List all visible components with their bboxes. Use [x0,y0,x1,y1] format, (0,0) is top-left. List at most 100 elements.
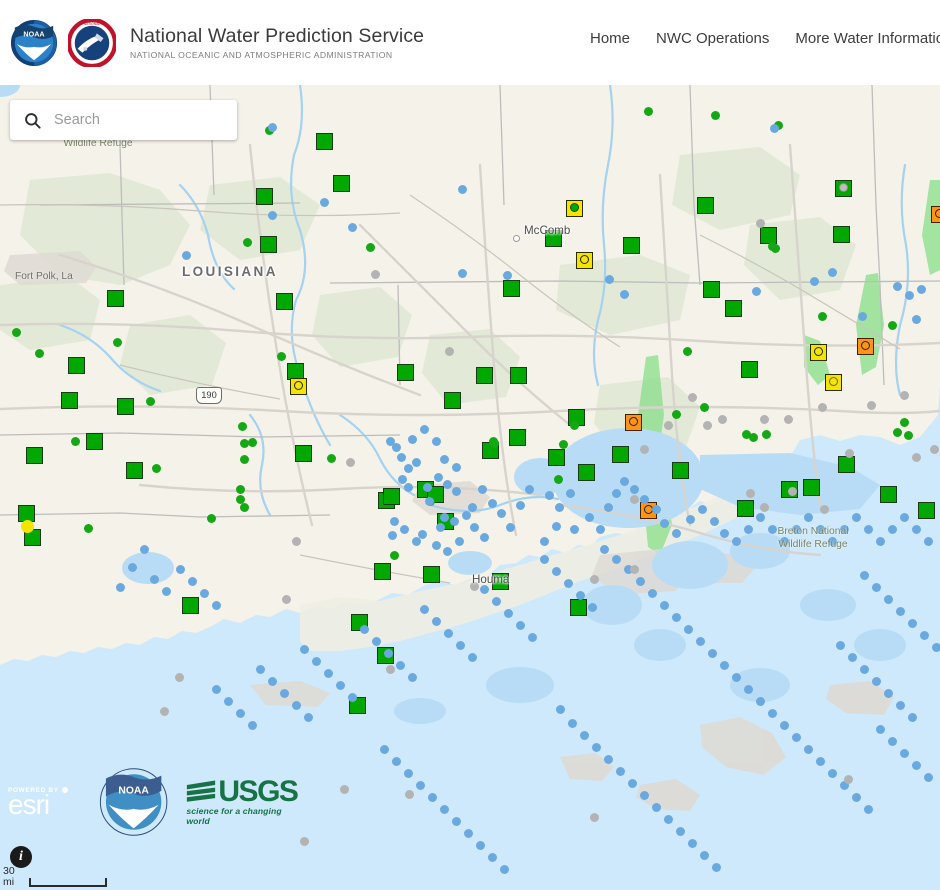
gauge-marker-green[interactable] [880,486,897,503]
gauge-dot-green[interactable] [742,430,751,439]
gauge-dot-green[interactable] [12,328,21,337]
gauge-dot-blue[interactable] [908,619,917,628]
gauge-dot-blue[interactable] [188,577,197,586]
gauge-dot-green[interactable] [771,244,780,253]
gauge-dot-grey[interactable] [590,575,599,584]
gauge-dot-blue[interactable] [540,537,549,546]
gauge-dot-grey[interactable] [844,775,853,784]
gauge-dot-blue[interactable] [400,525,409,534]
gauge-dot-blue[interactable] [416,781,425,790]
gauge-dot-blue[interactable] [620,477,629,486]
gauge-dot-blue[interactable] [497,509,506,518]
gauge-dot-blue[interactable] [852,513,861,522]
gauge-dot-blue[interactable] [686,515,695,524]
gauge-dot-blue[interactable] [268,677,277,686]
gauge-dot-blue[interactable] [552,522,561,531]
gauge-dot-blue[interactable] [248,721,257,730]
gauge-dot-blue[interactable] [580,731,589,740]
gauge-dot-blue[interactable] [268,123,277,132]
gauge-dot-blue[interactable] [420,605,429,614]
gauge-dot-blue[interactable] [604,755,613,764]
gauge-dot-blue[interactable] [360,625,369,634]
gauge-dot-blue[interactable] [876,725,885,734]
gauge-dot-blue[interactable] [443,547,452,556]
gauge-marker-green[interactable] [548,449,565,466]
gauge-dot-blue[interactable] [698,505,707,514]
gauge-marker-green[interactable] [117,398,134,415]
gauge-dot-blue[interactable] [660,519,669,528]
gauge-dot-blue[interactable] [480,533,489,542]
gauge-dot-blue[interactable] [456,641,465,650]
gauge-marker-green[interactable] [492,573,509,590]
gauge-dot-grey[interactable] [590,813,599,822]
gauge-dot-grey[interactable] [818,403,827,412]
gauge-dot-blue[interactable] [860,665,869,674]
gauge-marker-green[interactable] [476,367,493,384]
gauge-dot-blue[interactable] [780,721,789,730]
gauge-dot-blue[interactable] [585,513,594,522]
gauge-dot-green[interactable] [35,349,44,358]
gauge-dot-blue[interactable] [444,629,453,638]
search-box[interactable] [10,100,237,140]
gauge-dot-grey[interactable] [930,445,939,454]
gauge-dot-blue[interactable] [732,537,741,546]
gauge-dot-blue[interactable] [525,485,534,494]
gauge-dot-blue[interactable] [816,525,825,534]
gauge-marker-green[interactable] [107,290,124,307]
gauge-dot-blue[interactable] [648,589,657,598]
gauge-dot-blue[interactable] [320,198,329,207]
gauge-dot-blue[interactable] [162,587,171,596]
gauge-marker-green[interactable] [503,280,520,297]
gauge-marker-green[interactable] [397,364,414,381]
gauge-marker-green[interactable] [510,367,527,384]
gauge-dot-blue[interactable] [545,491,554,500]
gauge-dot-blue[interactable] [380,745,389,754]
gauge-dot-blue[interactable] [516,501,525,510]
gauge-dot-blue[interactable] [348,693,357,702]
map-canvas[interactable]: Red River National Wildlife Refuge LOUIS… [0,85,940,890]
gauge-dot-blue[interactable] [780,537,789,546]
gauge-dot-green[interactable] [683,347,692,356]
gauge-dot-blue[interactable] [908,713,917,722]
gauge-marker-green[interactable] [509,429,526,446]
gauge-dot-green[interactable] [152,464,161,473]
gauge-dot-blue[interactable] [905,291,914,300]
gauge-dot-blue[interactable] [920,631,929,640]
gauge-dot-green[interactable] [644,107,653,116]
gauge-dot-blue[interactable] [652,803,661,812]
gauge-dot-blue[interactable] [672,529,681,538]
gauge-dot-blue[interactable] [828,769,837,778]
gauge-marker-green[interactable] [182,597,199,614]
gauge-dot-grey[interactable] [346,458,355,467]
gauge-dot-blue[interactable] [480,585,489,594]
gauge-dot-blue[interactable] [423,483,432,492]
gauge-dot-green[interactable] [900,418,909,427]
gauge-dot-green[interactable] [700,403,709,412]
gauge-dot-blue[interactable] [540,555,549,564]
gauge-dot-grey[interactable] [292,537,301,546]
gauge-dot-blue[interactable] [888,525,897,534]
gauge-dot-blue[interactable] [468,653,477,662]
gauge-dot-green[interactable] [390,551,399,560]
gauge-dot-blue[interactable] [440,455,449,464]
gauge-dot-blue[interactable] [888,737,897,746]
gauge-dot-green[interactable] [893,428,902,437]
gauge-dot-blue[interactable] [612,489,621,498]
gauge-dot-blue[interactable] [452,463,461,472]
gauge-dot-grey[interactable] [630,495,639,504]
gauge-dot-grey[interactable] [445,347,454,356]
gauge-dot-green[interactable] [672,410,681,419]
gauge-dot-blue[interactable] [664,815,673,824]
gauge-dot-grey[interactable] [175,673,184,682]
gauge-dot-blue[interactable] [684,625,693,634]
gauge-marker-green[interactable] [126,462,143,479]
gauge-dot-blue[interactable] [804,513,813,522]
gauge-dot-green[interactable] [366,243,375,252]
gauge-dot-blue[interactable] [458,185,467,194]
gauge-dot-blue[interactable] [770,124,779,133]
gauge-dot-blue[interactable] [568,719,577,728]
gauge-dot-blue[interactable] [470,523,479,532]
gauge-dot-grey[interactable] [760,503,769,512]
gauge-dot-blue[interactable] [556,705,565,714]
gauge-dot-blue[interactable] [864,805,873,814]
